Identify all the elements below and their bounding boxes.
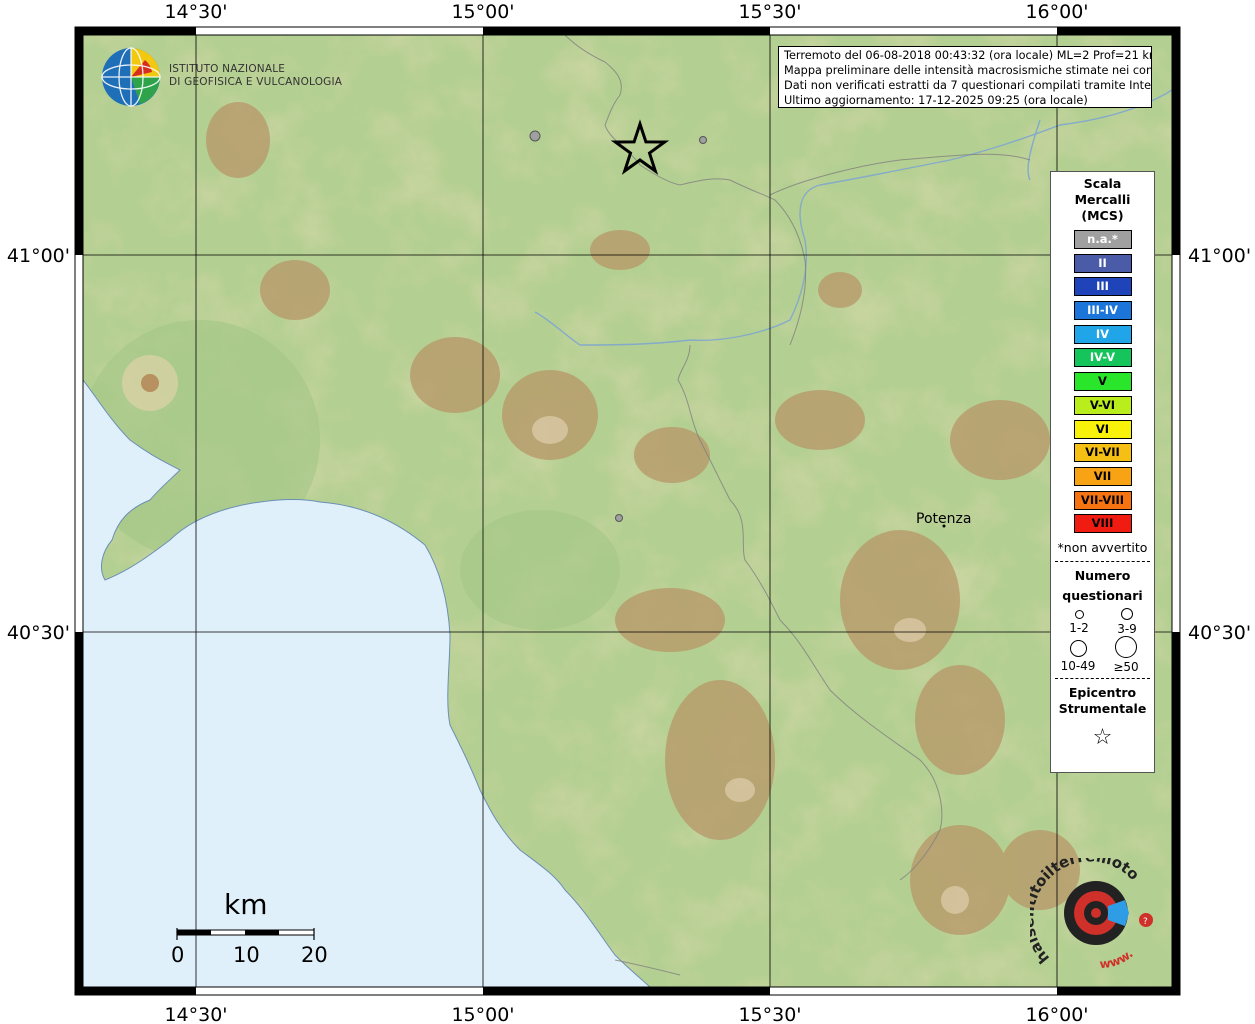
lon-label: 14°30' (164, 1, 227, 23)
legend-divider (1055, 678, 1150, 680)
intensity-scale-row: VII (1073, 466, 1132, 486)
questionnaire-size-item: ≥50 (1102, 636, 1150, 674)
scalebar-label: 20 (301, 943, 328, 967)
epicenter-title: Epicentro Strumentale (1051, 685, 1154, 717)
intensity-scale-row: VI (1073, 419, 1132, 439)
event-info-box: Terremoto del 06-08-2018 00:43:32 (ora l… (778, 46, 1152, 108)
terrain (83, 35, 1172, 987)
institute-name: ISTITUTO NAZIONALE DI GEOFISICA E VULCAN… (169, 63, 342, 89)
ingv-logo-icon (101, 47, 161, 107)
size-label: 1-2 (1069, 621, 1089, 636)
size-circle-icon (1121, 608, 1133, 621)
questionnaire-title-line: Numero (1074, 568, 1131, 584)
svg-text:?: ? (1143, 917, 1148, 927)
scalebar-bar (176, 928, 315, 940)
place-label-potenza: Potenza (916, 511, 972, 527)
questionnaire-size-item: 3-9 (1103, 608, 1151, 636)
legend-star-icon: ☆ (1092, 725, 1113, 751)
institute-name-line2: DI GEOFISICA E VULCANOLOGIA (169, 76, 343, 88)
intensity-scale-row: III (1073, 277, 1132, 297)
scale-title-line: (MCS) (1081, 208, 1124, 223)
lon-label: 16°00' (1025, 1, 1088, 23)
event-info-line: Ultimo aggiornamento: 17-12-2025 09:25 (… (784, 94, 1088, 107)
scale-title-line: Scala (1083, 176, 1122, 191)
questionnaire-point (529, 130, 541, 142)
scalebar-unit: km (224, 888, 268, 921)
questionnaire-title: Numero questionari (1051, 566, 1154, 606)
scale-title-line: Mercalli (1074, 192, 1131, 207)
lat-label: 40°30' (1188, 622, 1251, 644)
lon-label: 15°30' (738, 1004, 801, 1024)
intensity-scale-row: V (1073, 372, 1132, 392)
questionnaire-point (615, 514, 623, 522)
legend-divider (1055, 561, 1150, 563)
intensity-scale-row: V-VI (1073, 395, 1132, 415)
intensity-scale-row: IV (1073, 324, 1132, 344)
questionnaire-size-item: 1-2 (1055, 610, 1103, 635)
intensity-scale-row: VI-VII (1073, 443, 1132, 463)
lat-label: 41°00' (1188, 245, 1251, 267)
logo-prefix: www. (1099, 947, 1136, 972)
lat-label: 40°30' (7, 622, 70, 644)
legend: Scala Mercalli (MCS) n.a.* II III III-IV IV I… (1050, 171, 1155, 773)
lon-label: 16°00' (1025, 1004, 1088, 1024)
size-circle-icon (1074, 610, 1084, 620)
scalebar: km 0 10 20 (166, 888, 336, 978)
lon-label: 14°30' (164, 1004, 227, 1024)
size-circle-icon (1115, 636, 1137, 659)
intensity-scale: n.a.* II III III-IV IV IV-V V V-VI VI VI-VII VII VI… (1051, 230, 1154, 534)
lon-labels-bottom: 14°30' 15°00' 15°30' 16°00' (164, 1004, 1088, 1024)
event-info-line: Terremoto del 06-08-2018 00:43:32 (ora l… (784, 49, 1152, 62)
svg-text:www.: www. (1099, 947, 1136, 972)
lon-label: 15°00' (451, 1, 514, 23)
event-info-line: Dati non verificati estratti da 7 questi… (784, 79, 1152, 92)
questionnaire-point (699, 136, 707, 144)
institute-name-line1: ISTITUTO NAZIONALE (169, 63, 286, 75)
event-info-line: Mappa preliminare delle intensità macros… (784, 64, 1152, 77)
epicenter-title-line: Strumentale (1058, 701, 1147, 717)
questionnaire-sizes: 1-2 3-9 10-49 ≥50 (1051, 606, 1154, 674)
not-felt-note: *non avvertito (1057, 540, 1148, 556)
intensity-scale-row: IV-V (1073, 348, 1132, 368)
scale-title: Scala Mercalli (MCS) (1051, 176, 1154, 224)
intensity-scale-row: VIII (1073, 514, 1132, 534)
lon-label: 15°00' (451, 1004, 514, 1024)
size-label: ≥50 (1113, 660, 1139, 675)
size-circle-icon (1069, 640, 1087, 658)
scalebar-label: 0 (171, 943, 185, 967)
lon-labels-top: 14°30' 15°00' 15°30' 16°00' (164, 1, 1088, 23)
intensity-scale-row: III-IV (1073, 301, 1132, 321)
scalebar-label: 10 (233, 943, 260, 967)
haisentito-logo-icon: ? haisentitoilterremoto.it www. (1030, 858, 1153, 972)
intensity-scale-row: VII-VIII (1073, 490, 1132, 510)
size-label: 10-49 (1060, 659, 1096, 674)
questionnaire-size-item: 10-49 (1054, 640, 1102, 673)
lat-label: 41°00' (7, 245, 70, 267)
epicenter-title-line: Epicentro (1068, 685, 1137, 701)
intensity-scale-row: II (1073, 253, 1132, 273)
size-label: 3-9 (1117, 622, 1137, 637)
questionnaire-title-line: questionari (1062, 588, 1143, 604)
lon-label: 15°30' (738, 1, 801, 23)
intensity-scale-row: n.a.* (1073, 230, 1132, 249)
